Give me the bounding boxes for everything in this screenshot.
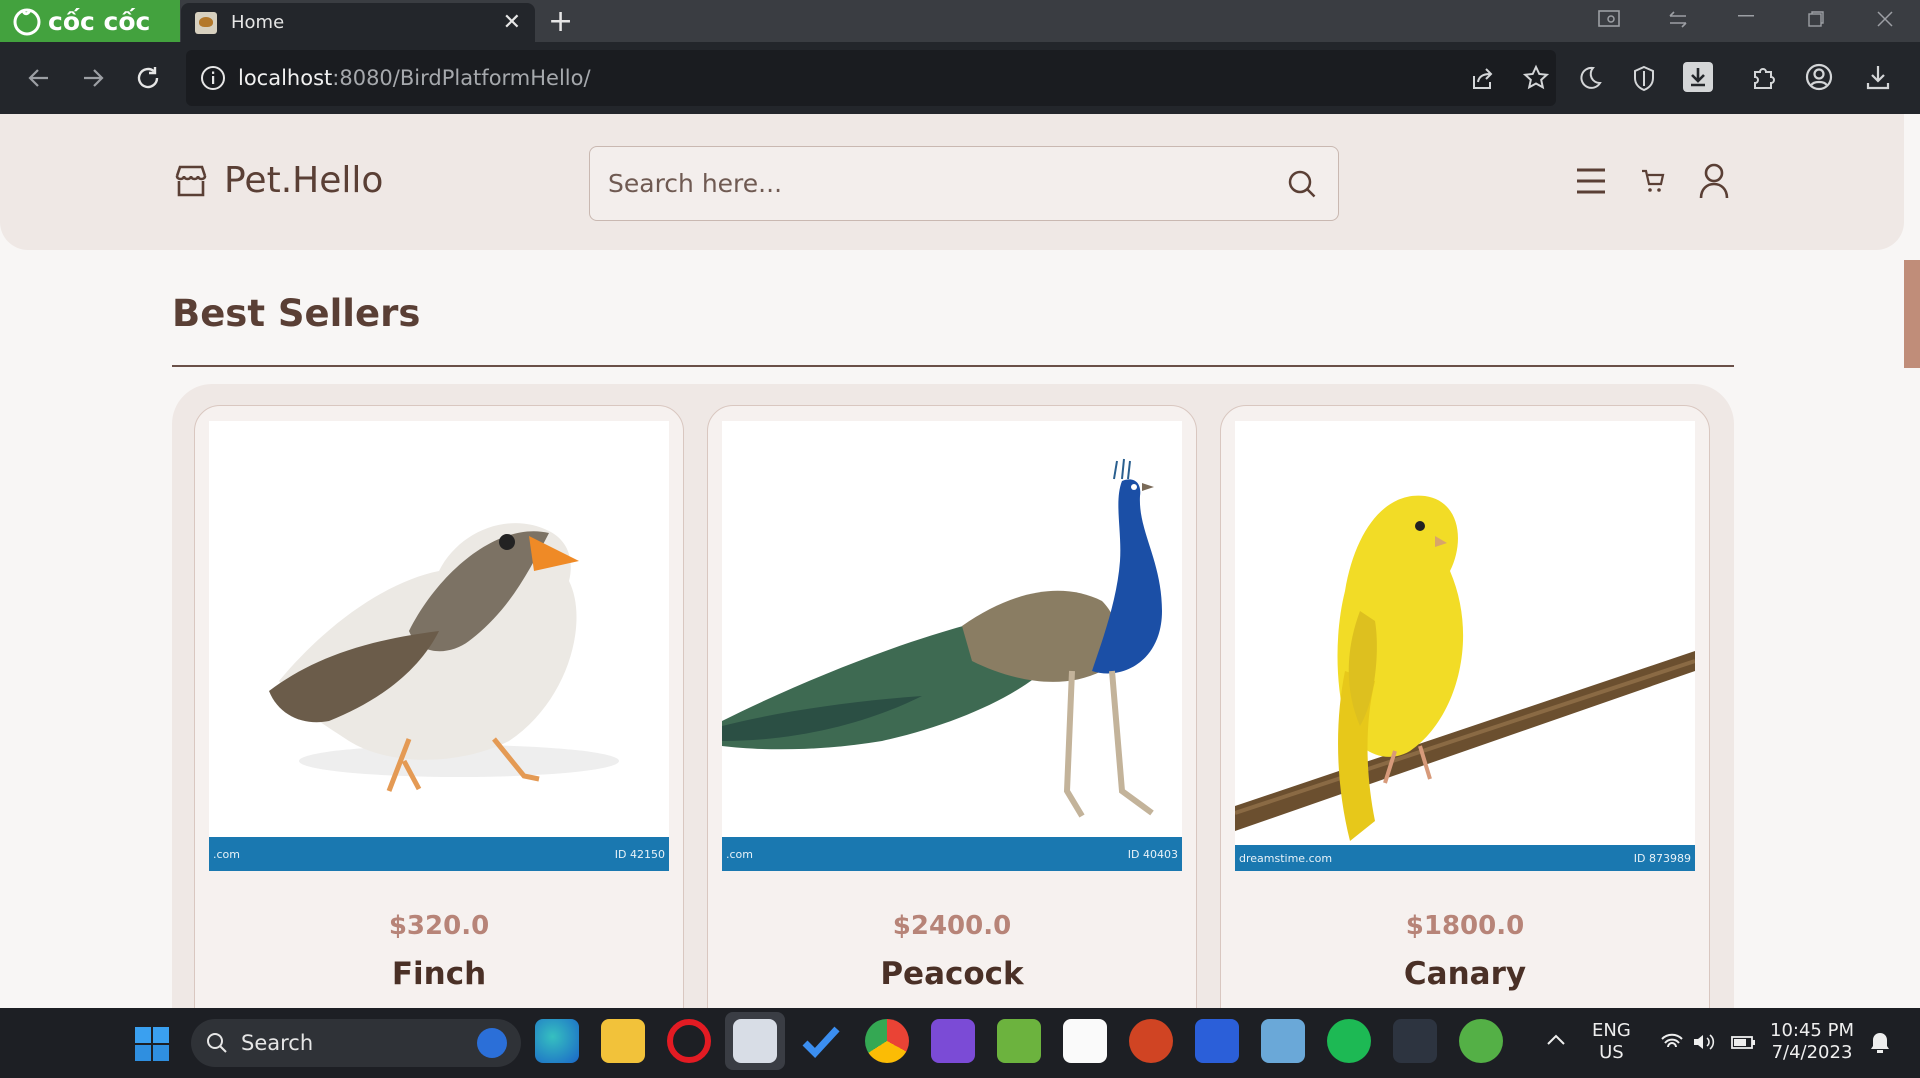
page-scrollbar-thumb[interactable] (1904, 260, 1920, 368)
taskbar-edge-icon[interactable] (535, 1019, 579, 1063)
wifi-icon[interactable] (1660, 1032, 1684, 1052)
taskbar-git-icon[interactable] (1393, 1019, 1437, 1063)
site-search-box (589, 146, 1339, 221)
tray-region-code: US (1599, 1042, 1624, 1063)
dark-mode-moon-icon[interactable] (1576, 64, 1604, 92)
extensions-puzzle-icon[interactable] (1749, 62, 1779, 92)
downloads-icon[interactable] (1863, 62, 1893, 92)
taskbar-word-icon[interactable] (1195, 1019, 1239, 1063)
taskbar-search-icon (205, 1031, 229, 1055)
product-card[interactable]: .com ID 42150 $320.0 Finch (194, 405, 684, 1078)
taskbar-notion-icon[interactable] (1063, 1019, 1107, 1063)
address-path: :8080/BirdPlatformHello/ (332, 66, 591, 90)
tray-date: 7/4/2023 (1771, 1042, 1853, 1063)
watermark-left: dreamstime.com (1239, 851, 1333, 865)
forward-arrow-icon[interactable] (80, 65, 106, 91)
back-arrow-icon[interactable] (26, 65, 52, 91)
bookmark-star-icon[interactable] (1522, 64, 1550, 92)
site-search-input[interactable] (608, 169, 1286, 198)
taskbar-app-cube-icon[interactable] (1261, 1019, 1305, 1063)
notifications-bell-icon[interactable] (1868, 1030, 1892, 1056)
tray-time: 10:45 PM (1770, 1020, 1854, 1041)
product-card[interactable]: .com ID 40403 $2400.0 Peacock (707, 405, 1197, 1078)
product-name[interactable]: Canary (1221, 956, 1709, 992)
tray-language[interactable]: ENG US (1592, 1020, 1631, 1064)
product-price: $320.0 (388, 911, 490, 941)
close-window-icon[interactable] (1876, 10, 1894, 28)
taskbar-snipping-tool-icon[interactable] (733, 1019, 777, 1063)
tray-overflow-chevron-icon[interactable] (1546, 1033, 1566, 1047)
adblock-shield-icon[interactable] (1630, 64, 1658, 92)
windows-start-icon[interactable] (135, 1027, 169, 1061)
taskbar-opera-icon[interactable] (667, 1019, 711, 1063)
new-tab-button[interactable]: + (548, 4, 573, 39)
tab-close-icon[interactable]: ✕ (503, 10, 521, 35)
restore-icon[interactable] (1807, 10, 1825, 28)
product-price: $1800.0 (1405, 911, 1525, 941)
product-image-canary[interactable]: dreamstime.com ID 873989 (1235, 421, 1695, 871)
bing-chat-icon[interactable] (477, 1028, 507, 1058)
watermark-strip: dreamstime.com ID 873989 (1235, 845, 1695, 871)
watermark-strip: .com ID 40403 (722, 837, 1182, 871)
address-bar[interactable]: localhost:8080/BirdPlatformHello/ (186, 50, 1556, 106)
product-image-finch[interactable]: .com ID 42150 (209, 421, 669, 871)
watermark-left: .com (726, 847, 753, 861)
taskbar-file-explorer-icon[interactable] (601, 1019, 645, 1063)
cart-icon[interactable] (1640, 168, 1666, 194)
minimize-icon[interactable] (1738, 14, 1756, 18)
taskbar-spotify-icon[interactable] (1327, 1019, 1371, 1063)
volume-icon[interactable] (1692, 1032, 1716, 1052)
section-title: Best Sellers (172, 292, 421, 335)
product-card[interactable]: dreamstime.com ID 873989 $1800.0 Canary (1220, 405, 1710, 1078)
taskbar-search[interactable]: Search (191, 1019, 521, 1067)
site-brand-name: Pet.Hello (224, 160, 384, 201)
browser-tab-home[interactable]: Home ✕ (181, 3, 535, 42)
watermark-left: .com (213, 847, 240, 861)
product-name[interactable]: Finch (195, 956, 683, 992)
user-account-icon[interactable] (1699, 163, 1729, 199)
tray-lang-code: ENG (1592, 1020, 1631, 1041)
product-image-peacock[interactable]: .com ID 40403 (722, 421, 1182, 871)
coccoc-menu-button[interactable]: cốc cốc (0, 0, 180, 42)
address-host: localhost (238, 66, 333, 90)
taskbar-visual-studio-icon[interactable] (931, 1019, 975, 1063)
search-icon[interactable] (1286, 168, 1318, 200)
browser-brand-text: cốc cốc (48, 6, 151, 36)
tab-search-icon[interactable] (1597, 8, 1621, 30)
watermark-right: ID 40403 (1127, 847, 1178, 861)
taskbar-powerpoint-icon[interactable] (1129, 1019, 1173, 1063)
watermark-right: ID 873989 (1633, 851, 1691, 865)
battery-icon[interactable] (1730, 1032, 1758, 1052)
taskbar-search-label: Search (241, 1031, 314, 1055)
coccoc-logo-icon (12, 6, 42, 36)
section-divider (172, 365, 1734, 367)
watermark-strip: .com ID 42150 (209, 837, 669, 871)
reload-icon[interactable] (134, 64, 162, 92)
menu-hamburger-icon[interactable] (1575, 166, 1607, 196)
savior-download-icon[interactable] (1683, 62, 1713, 92)
site-info-icon[interactable] (200, 65, 226, 91)
tab-favicon-icon (195, 11, 217, 34)
watermark-right: ID 42150 (614, 847, 665, 861)
tray-clock[interactable]: 10:45 PM 7/4/2023 (1770, 1020, 1854, 1064)
site-brand-link[interactable]: Pet.Hello (172, 160, 383, 201)
product-name[interactable]: Peacock (708, 956, 1196, 992)
profile-account-icon[interactable] (1804, 62, 1834, 92)
store-icon (172, 162, 210, 200)
product-price: $2400.0 (892, 911, 1012, 941)
taskbar-todo-icon[interactable] (799, 1019, 843, 1063)
taskbar-coccoc-icon[interactable] (1459, 1019, 1503, 1063)
taskbar-chrome-icon[interactable] (865, 1019, 909, 1063)
tab-title: Home (231, 12, 285, 33)
share-icon[interactable] (1468, 64, 1496, 92)
taskbar-app-icon[interactable] (997, 1019, 1041, 1063)
tab-history-icon[interactable] (1666, 8, 1690, 30)
